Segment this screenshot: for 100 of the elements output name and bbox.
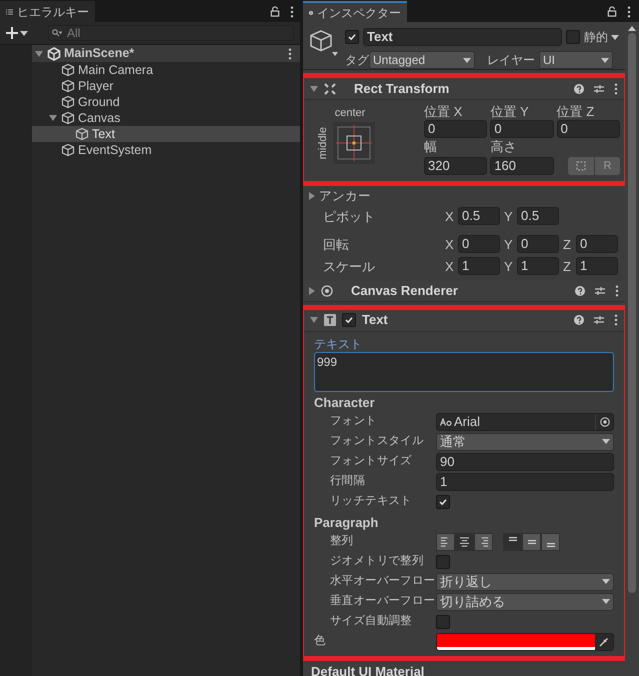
- more-menu-icon[interactable]: [627, 6, 631, 18]
- object-field[interactable]: Arial: [436, 412, 614, 430]
- number-field[interactable]: 0: [458, 234, 500, 253]
- checkbox[interactable]: [436, 614, 450, 628]
- number-field[interactable]: 90: [436, 452, 614, 470]
- scroll-up-icon[interactable]: [628, 26, 636, 31]
- eyedropper-icon[interactable]: [599, 636, 609, 646]
- anchor-horizontal-label: center: [334, 106, 366, 121]
- anchor-preset-button[interactable]: [333, 122, 376, 164]
- cube-icon[interactable]: [309, 28, 339, 58]
- dropdown[interactable]: 折り返し: [436, 572, 614, 590]
- axis-label: Z: [563, 258, 572, 276]
- settings-icon[interactable]: [595, 286, 605, 296]
- property-label: 整列: [330, 534, 354, 549]
- text-area[interactable]: 999: [314, 352, 614, 392]
- text-component-icon: [324, 314, 336, 326]
- align-button[interactable]: [474, 532, 493, 550]
- cube-icon: [61, 95, 75, 109]
- dropdown[interactable]: 切り詰める: [436, 592, 614, 610]
- settings-icon[interactable]: [594, 84, 604, 94]
- number-field[interactable]: 1: [458, 256, 500, 275]
- align-button[interactable]: [503, 532, 522, 550]
- number-field[interactable]: 0: [490, 120, 554, 138]
- number-field[interactable]: 320: [424, 157, 488, 175]
- search-field[interactable]: All: [48, 25, 294, 41]
- field-label: 位置 X: [424, 104, 464, 120]
- property-label: 回転: [323, 236, 350, 254]
- caret-icon: [602, 439, 610, 444]
- target-icon[interactable]: [600, 416, 610, 426]
- help-icon[interactable]: [574, 84, 584, 94]
- help-icon[interactable]: [574, 315, 584, 325]
- number-field[interactable]: 160: [490, 157, 554, 175]
- enabled-checkbox[interactable]: [342, 313, 356, 327]
- number-field[interactable]: 1: [436, 472, 614, 490]
- property-label: フォントサイズ: [330, 454, 413, 469]
- hierarchy-item[interactable]: Main Camera: [32, 62, 300, 78]
- hierarchy-tab[interactable]: ヒエラルキー: [0, 1, 95, 22]
- align-button[interactable]: [541, 532, 560, 550]
- hierarchy-item[interactable]: EventSystem: [32, 142, 300, 158]
- help-icon[interactable]: [575, 286, 585, 296]
- static-dropdown[interactable]: 静的: [584, 28, 619, 46]
- lock-icon[interactable]: [270, 6, 280, 17]
- inspector-tab[interactable]: インスペクター: [303, 1, 407, 22]
- number-field[interactable]: 1: [517, 256, 559, 275]
- dropdown[interactable]: 通常: [436, 432, 614, 450]
- expand-arrow-icon[interactable]: [310, 317, 318, 323]
- anchors-foldout[interactable]: アンカー: [309, 187, 619, 205]
- section-heading: Character: [314, 394, 376, 412]
- caret-icon: [602, 599, 610, 604]
- scene-row[interactable]: MainScene*: [32, 45, 300, 62]
- collapsed-arrow-icon[interactable]: [309, 192, 315, 200]
- axis-label: Y: [504, 236, 513, 254]
- name-field[interactable]: Text: [363, 28, 562, 46]
- align-button[interactable]: [455, 532, 474, 550]
- more-menu-icon[interactable]: [290, 6, 294, 18]
- section-heading: Paragraph: [314, 514, 380, 532]
- more-menu-icon[interactable]: [615, 284, 619, 297]
- field-label: 幅: [424, 139, 438, 155]
- cube-icon: [75, 127, 89, 141]
- static-checkbox[interactable]: [566, 30, 580, 44]
- settings-icon[interactable]: [594, 315, 604, 325]
- checkbox[interactable]: [436, 494, 450, 508]
- add-button[interactable]: [6, 27, 28, 39]
- blueprint-button[interactable]: [568, 157, 594, 175]
- hierarchy-item[interactable]: Text: [32, 126, 300, 142]
- expand-arrow-icon[interactable]: [49, 115, 57, 121]
- material-title: Default UI Material: [311, 664, 424, 676]
- hierarchy-item[interactable]: Player: [32, 78, 300, 94]
- more-menu-icon[interactable]: [288, 48, 292, 60]
- number-field[interactable]: 0: [556, 120, 620, 138]
- collapsed-arrow-icon[interactable]: [309, 286, 315, 295]
- active-checkbox[interactable]: [345, 30, 359, 44]
- number-field[interactable]: 0.5: [458, 206, 500, 225]
- number-field[interactable]: 0: [424, 120, 488, 138]
- caret-icon: [601, 58, 609, 62]
- color-field[interactable]: [436, 632, 614, 650]
- property-label: サイズ自動調整: [330, 614, 413, 629]
- hierarchy-item[interactable]: Ground: [32, 94, 300, 110]
- dropdown[interactable]: Untagged: [369, 51, 475, 69]
- number-field[interactable]: 0: [576, 234, 618, 253]
- checkbox[interactable]: [436, 554, 450, 568]
- more-menu-icon[interactable]: [614, 82, 618, 94]
- field-label: 高さ: [490, 139, 518, 155]
- more-menu-icon[interactable]: [614, 314, 618, 326]
- axis-label: Y: [504, 258, 513, 276]
- number-field[interactable]: 0.5: [517, 206, 559, 225]
- font-icon: [440, 418, 452, 426]
- number-field[interactable]: 0: [517, 234, 559, 253]
- dropdown[interactable]: UI: [539, 51, 613, 69]
- lock-icon[interactable]: [607, 6, 617, 17]
- hierarchy-item[interactable]: Canvas: [32, 110, 300, 126]
- number-field[interactable]: 1: [576, 256, 618, 275]
- layer-label: レイヤー: [487, 52, 535, 69]
- cube-icon: [61, 63, 75, 77]
- expand-arrow-icon[interactable]: [310, 86, 318, 92]
- expand-arrow-icon[interactable]: [35, 50, 43, 56]
- property-label: スケール: [323, 258, 376, 276]
- field-label: 位置 Y: [490, 104, 530, 120]
- align-button[interactable]: [436, 532, 455, 550]
- align-button[interactable]: [522, 532, 541, 550]
